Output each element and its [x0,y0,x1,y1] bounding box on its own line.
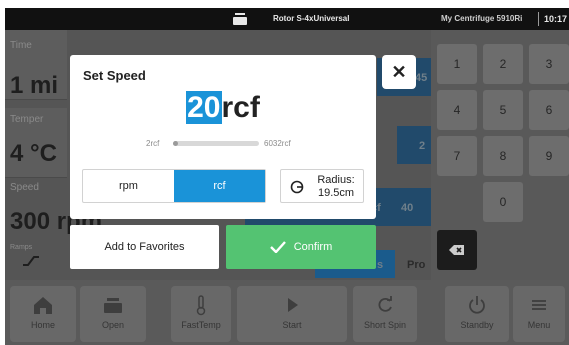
range-max-label: 6032rcf [264,139,291,148]
key-1[interactable]: 1 [437,44,477,84]
key-9[interactable]: 9 [529,136,569,176]
bg-tile-2 [397,126,431,164]
bottom-toolbar: Home Open FastTemp Start Short Spin Stan… [5,280,569,345]
thermometer-icon [196,295,206,316]
status-bar: Rotor S-4xUniversal My Centrifuge 5910Ri… [5,8,569,30]
open-label: Open [101,320,125,330]
bg-tab-pro-text: Pro [407,259,426,271]
key-2[interactable]: 2 [483,44,523,84]
speed-range-bar [173,141,259,146]
numeric-keypad: 1 2 3 4 5 6 7 8 9 0 [431,30,569,280]
radius-icon [290,180,304,194]
set-speed-dialog: Set Speed 20rcf 2rcf 6032rcf rpm rcf Rad… [70,55,376,219]
centrifuge-screen: Rotor S-4xUniversal My Centrifuge 5910Ri… [5,8,569,345]
open-button[interactable]: Open [80,286,146,342]
temperature-label: Temper [10,114,44,125]
range-min-label: 2rcf [146,139,160,148]
fasttemp-button[interactable]: FastTemp [171,286,231,342]
unit-rpm-option[interactable]: rpm [83,170,174,202]
confirm-button[interactable]: Confirm [226,225,376,269]
add-to-favorites-button[interactable]: Add to Favorites [70,225,219,269]
ramp-icon [23,256,39,266]
close-button[interactable]: ✕ [382,55,416,89]
speed-display: 20rcf [70,89,376,127]
unit-toggle: rpm rcf [82,169,266,203]
bg-tab-s-text: s [377,259,384,271]
power-icon [469,296,485,314]
radius-text: Radius: 19.5cm [311,174,361,200]
unit-rcf-option[interactable]: rcf [174,170,265,202]
open-icon [104,298,122,313]
fasttemp-label: FastTemp [181,320,221,330]
backspace-icon [449,245,464,255]
key-7[interactable]: 7 [437,136,477,176]
bg-tile-1-text: 45 [415,72,428,84]
menu-button[interactable]: Menu [513,286,565,342]
backspace-key[interactable] [437,230,477,270]
checkmark-icon [269,241,286,253]
play-icon [288,298,298,312]
radius-value: 19.5cm [317,187,355,199]
key-3[interactable]: 3 [529,44,569,84]
key-5[interactable]: 5 [483,90,523,130]
confirm-label: Confirm [293,241,333,253]
menu-label: Menu [527,320,551,330]
speed-unit: rcf [221,91,260,124]
bg-tile-4-text: 40 [401,202,414,214]
speed-label: Speed [10,182,39,193]
refresh-icon [378,296,392,312]
temperature-value: 4 °C [10,140,57,167]
speed-range-fill [173,141,179,146]
home-label: Home [30,320,55,330]
key-6[interactable]: 6 [529,90,569,130]
standby-button[interactable]: Standby [445,286,509,342]
dialog-title: Set Speed [83,68,146,83]
bg-tile-2-text: 2 [419,140,426,152]
clock: 10:17 [544,14,568,24]
short-spin-label: Short Spin [363,320,407,330]
close-icon: ✕ [391,61,407,82]
menu-icon [532,300,546,310]
rotor-name: Rotor S-4xUniversal [273,14,350,23]
short-spin-button[interactable]: Short Spin [353,286,417,342]
start-label: Start [282,320,302,330]
start-button[interactable]: Start [237,286,347,342]
home-button[interactable]: Home [10,286,76,342]
standby-label: Standby [460,320,494,330]
radius-label: Radius: [317,174,355,186]
device-name: My Centrifuge 5910Ri [441,14,523,23]
key-0[interactable]: 0 [483,182,523,222]
home-icon [34,297,52,314]
time-value: 1 mi [10,72,59,99]
speed-input[interactable]: 20 [186,91,222,124]
favorites-label: Add to Favorites [104,241,185,253]
key-8[interactable]: 8 [483,136,523,176]
ramps-label: Ramps [10,244,33,251]
key-4[interactable]: 4 [437,90,477,130]
time-label: Time [10,40,32,51]
status-divider [538,12,539,26]
radius-button[interactable]: Radius: 19.5cm [280,169,364,203]
rotor-icon [233,13,247,25]
